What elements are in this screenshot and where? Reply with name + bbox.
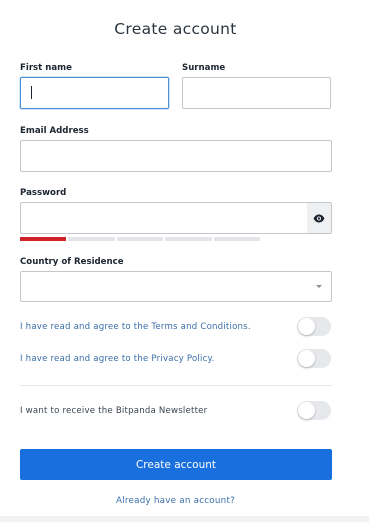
first-name-label: First name (20, 63, 72, 73)
toggle-knob (298, 402, 315, 419)
strength-segment (165, 237, 212, 241)
show-password-button[interactable] (307, 202, 332, 234)
terms-toggle[interactable] (297, 317, 331, 336)
strength-segment (68, 237, 115, 241)
privacy-toggle[interactable] (297, 349, 331, 368)
login-link[interactable]: Already have an account? (0, 496, 351, 506)
country-label: Country of Residence (20, 257, 124, 267)
password-label: Password (20, 188, 67, 198)
newsletter-text: I want to receive the Bitpanda Newslette… (20, 406, 208, 416)
terms-text[interactable]: I have read and agree to the Terms and C… (20, 322, 251, 332)
surname-field[interactable] (182, 77, 331, 109)
text-caret (31, 86, 32, 99)
email-field[interactable] (20, 140, 332, 172)
toggle-knob (298, 318, 315, 335)
page-title: Create account (114, 20, 237, 38)
surname-label: Surname (182, 63, 226, 73)
strength-segment (213, 237, 261, 241)
chevron-down-icon (316, 285, 322, 288)
email-label: Email Address (20, 126, 89, 136)
password-field[interactable] (20, 202, 308, 234)
password-strength-meter (20, 237, 261, 241)
strength-segment (116, 237, 164, 241)
divider (20, 385, 332, 386)
strength-segment (20, 237, 67, 241)
country-select[interactable] (20, 271, 332, 302)
privacy-text[interactable]: I have read and agree to the Privacy Pol… (20, 354, 215, 364)
toggle-knob (298, 350, 315, 367)
bottom-edge (0, 516, 369, 522)
newsletter-toggle[interactable] (297, 401, 331, 420)
create-account-button[interactable]: Create account (20, 449, 332, 480)
first-name-field[interactable] (20, 77, 169, 109)
eye-icon (313, 214, 325, 222)
